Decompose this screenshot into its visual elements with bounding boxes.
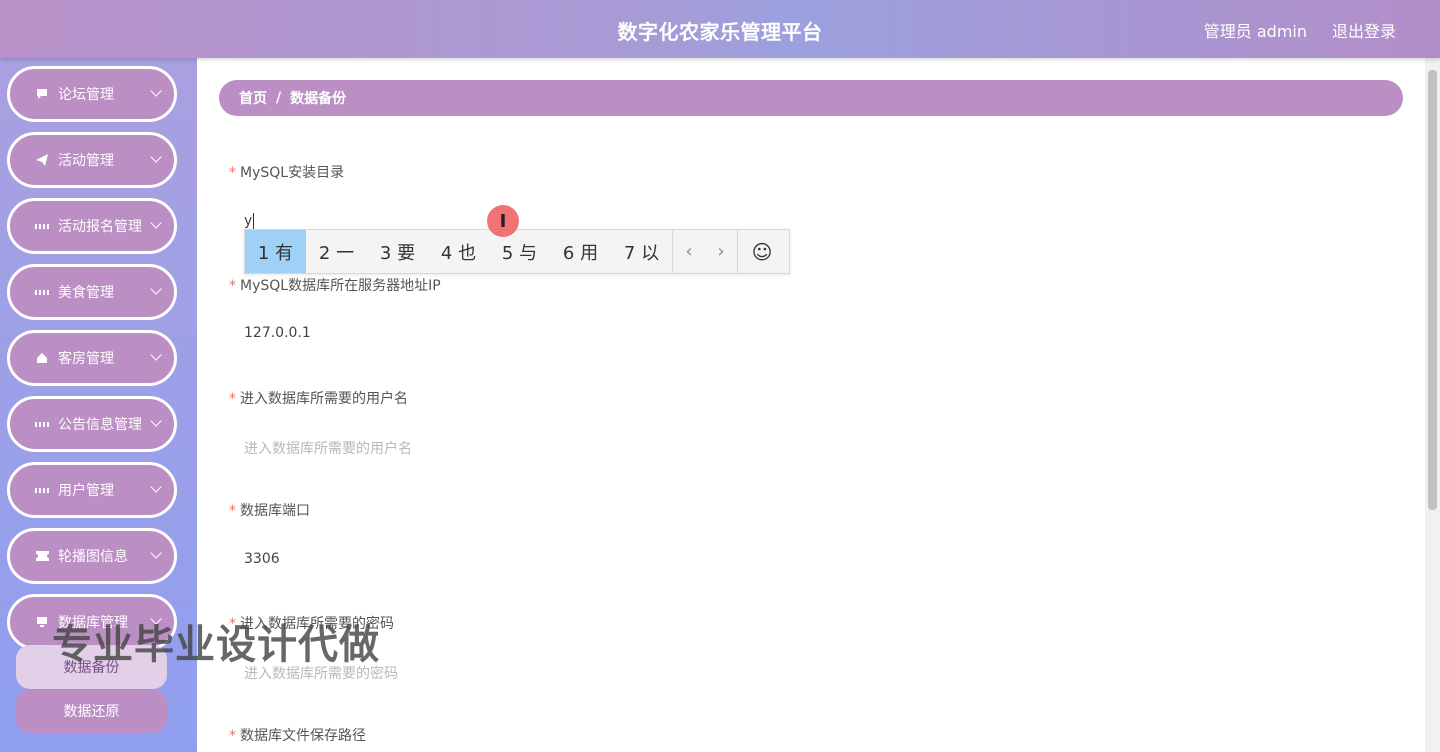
breadcrumb-separator: / bbox=[276, 90, 282, 106]
grid-icon bbox=[35, 285, 49, 299]
chevron-down-icon bbox=[150, 217, 162, 229]
field-label-save-path: * 数据库文件保存路径 bbox=[229, 728, 366, 744]
text-cursor-icon: I bbox=[487, 205, 519, 237]
main-content: 首页 / 数据备份 * MySQL安装目录 y * MySQL数据库所在服务器地址I… bbox=[197, 58, 1425, 752]
emoji-icon[interactable]: ☺ bbox=[738, 230, 786, 273]
sidebar: 论坛管理 活动管理 活动报名管理 美食管理 客房管理 公告信息管理 用户管理 轮… bbox=[0, 58, 197, 752]
sidebar-item-database[interactable]: 数据库管理 bbox=[7, 594, 177, 650]
sidebar-item-label: 数据库管理 bbox=[58, 615, 128, 631]
scrollbar[interactable] bbox=[1425, 58, 1440, 752]
sidebar-item-label: 活动管理 bbox=[58, 153, 114, 169]
ime-candidate[interactable]: 4 也 bbox=[428, 230, 489, 273]
field-label-port: * 数据库端口 bbox=[229, 503, 310, 519]
ime-prev-icon[interactable]: ‹ bbox=[673, 230, 705, 273]
scrollbar-thumb[interactable] bbox=[1428, 70, 1437, 510]
sidebar-item-activity[interactable]: 活动管理 bbox=[7, 132, 177, 188]
port-input[interactable]: 3306 bbox=[244, 551, 280, 567]
chevron-down-icon bbox=[150, 151, 162, 163]
logout-link[interactable]: 退出登录 bbox=[1332, 18, 1396, 42]
sidebar-item-label: 论坛管理 bbox=[58, 87, 114, 103]
chevron-down-icon bbox=[150, 349, 162, 361]
breadcrumb-home[interactable]: 首页 bbox=[239, 88, 267, 108]
sidebar-item-carousel[interactable]: 轮播图信息 bbox=[7, 528, 177, 584]
sidebar-item-food[interactable]: 美食管理 bbox=[7, 264, 177, 320]
field-label-username: * 进入数据库所需要的用户名 bbox=[229, 391, 408, 407]
top-bar: 数字化农家乐管理平台 管理员 admin 退出登录 bbox=[0, 0, 1440, 58]
required-mark: * bbox=[229, 278, 236, 294]
sidebar-item-label: 客房管理 bbox=[58, 351, 114, 367]
required-mark: * bbox=[229, 391, 236, 407]
chevron-down-icon bbox=[150, 415, 162, 427]
sidebar-item-label: 公告信息管理 bbox=[58, 417, 142, 433]
chevron-down-icon bbox=[150, 85, 162, 97]
sidebar-item-label: 轮播图信息 bbox=[58, 549, 128, 565]
sidebar-item-label: 活动报名管理 bbox=[58, 219, 142, 235]
field-label-mysql-dir: * MySQL安装目录 bbox=[229, 165, 345, 181]
sidebar-item-users[interactable]: 用户管理 bbox=[7, 462, 177, 518]
required-mark: * bbox=[229, 728, 236, 744]
ime-candidate[interactable]: 1 有 bbox=[245, 230, 306, 273]
chat-icon bbox=[35, 87, 49, 101]
chevron-down-icon bbox=[150, 613, 162, 625]
ime-candidate-bar: 1 有 2 一 3 要 4 也 5 与 6 用 7 以 ‹ › ☺ bbox=[244, 229, 790, 274]
ticket-icon bbox=[35, 549, 49, 563]
password-input[interactable]: 进入数据库所需要的密码 bbox=[244, 663, 398, 683]
sidebar-item-label: 美食管理 bbox=[58, 285, 114, 301]
chevron-down-icon bbox=[150, 481, 162, 493]
field-label-server-ip: * MySQL数据库所在服务器地址IP bbox=[229, 278, 441, 294]
sidebar-item-activity-signup[interactable]: 活动报名管理 bbox=[7, 198, 177, 254]
ime-candidate[interactable]: 7 以 bbox=[611, 230, 672, 273]
required-mark: * bbox=[229, 616, 236, 632]
mysql-dir-input[interactable]: y bbox=[244, 213, 255, 229]
grid-icon bbox=[35, 483, 49, 497]
sidebar-item-label: 用户管理 bbox=[58, 483, 114, 499]
required-mark: * bbox=[229, 165, 236, 181]
ime-candidate[interactable]: 3 要 bbox=[367, 230, 428, 273]
breadcrumb-current: 数据备份 bbox=[290, 91, 347, 107]
server-ip-input[interactable]: 127.0.0.1 bbox=[244, 325, 311, 341]
chevron-down-icon bbox=[150, 547, 162, 559]
username-input[interactable]: 进入数据库所需要的用户名 bbox=[244, 438, 412, 458]
submenu-data-backup[interactable]: 数据备份 bbox=[16, 645, 167, 689]
ime-next-icon[interactable]: › bbox=[705, 230, 737, 273]
grid-icon bbox=[35, 417, 49, 431]
ime-candidate[interactable]: 2 一 bbox=[306, 230, 367, 273]
sidebar-item-announcements[interactable]: 公告信息管理 bbox=[7, 396, 177, 452]
breadcrumb: 首页 / 数据备份 bbox=[219, 80, 1403, 116]
house-icon bbox=[35, 351, 49, 365]
field-label-password: * 进入数据库所需要的密码 bbox=[229, 616, 394, 632]
chevron-down-icon bbox=[150, 283, 162, 295]
monitor-icon bbox=[35, 615, 49, 629]
submenu-data-restore[interactable]: 数据还原 bbox=[16, 689, 167, 733]
user-label: 管理员 admin bbox=[1203, 22, 1307, 41]
sidebar-item-forum[interactable]: 论坛管理 bbox=[7, 66, 177, 122]
sidebar-item-rooms[interactable]: 客房管理 bbox=[7, 330, 177, 386]
ime-candidate[interactable]: 6 用 bbox=[550, 230, 611, 273]
grid-icon bbox=[35, 219, 49, 233]
paper-plane-icon bbox=[35, 153, 49, 167]
required-mark: * bbox=[229, 503, 236, 519]
